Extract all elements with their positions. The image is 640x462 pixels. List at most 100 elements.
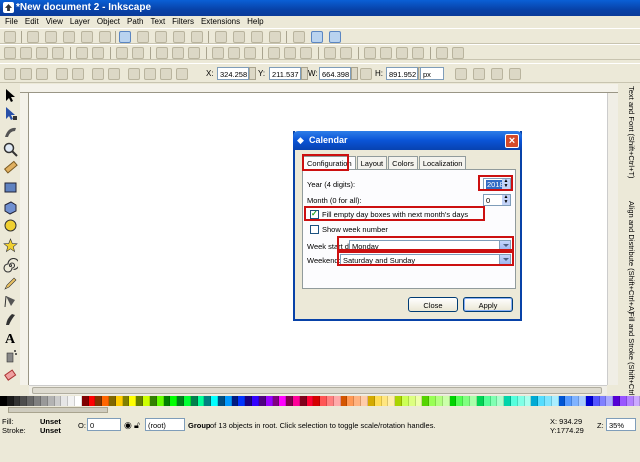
palette-swatch[interactable]	[401, 396, 409, 406]
zoom-tool-icon[interactable]	[3, 142, 18, 157]
tab-configuration[interactable]: Configuration	[303, 156, 356, 170]
palette-swatch[interactable]	[538, 396, 545, 406]
palette-swatch[interactable]	[252, 396, 259, 406]
spiral-tool-icon[interactable]	[3, 258, 18, 273]
ungroup-icon[interactable]	[340, 47, 352, 59]
dock-tab-text-font[interactable]: Text and Font (Shift+Ctrl+T)	[622, 86, 636, 179]
select-all-layers-icon[interactable]	[20, 68, 32, 80]
palette-swatch[interactable]	[299, 396, 307, 406]
close-button[interactable]: Close	[408, 297, 458, 312]
palette-swatch[interactable]	[313, 396, 321, 406]
snap-bbox-center-icon[interactable]	[99, 31, 111, 43]
group-icon[interactable]	[324, 47, 336, 59]
snap-grid-icon[interactable]	[311, 31, 323, 43]
dialog-title-bar[interactable]: ◆ Calendar ×	[293, 131, 522, 150]
snap-page-border-icon[interactable]	[293, 31, 305, 43]
open-file-icon[interactable]	[20, 47, 32, 59]
node-tool-icon[interactable]	[3, 106, 18, 121]
snap-bbox-icon[interactable]	[27, 31, 39, 43]
palette-swatch[interactable]	[456, 396, 464, 406]
lock-proportions-icon[interactable]	[360, 68, 372, 80]
palette-swatch[interactable]	[156, 396, 164, 406]
palette-swatch[interactable]	[545, 396, 552, 406]
palette-swatch[interactable]	[292, 396, 300, 406]
snap-toggle-icon[interactable]	[4, 31, 16, 43]
palette-swatch[interactable]	[374, 396, 382, 406]
week-number-checkbox[interactable]	[310, 225, 319, 234]
palette-swatch[interactable]	[381, 396, 389, 406]
menu-path[interactable]: Path	[124, 16, 147, 28]
palette-swatch[interactable]	[395, 396, 402, 406]
snap-object-midpoint-icon[interactable]	[233, 31, 245, 43]
raise-icon[interactable]	[160, 68, 172, 80]
snap-smooth-icon[interactable]	[191, 31, 203, 43]
palette-swatch[interactable]	[483, 396, 491, 406]
document-properties-icon[interactable]	[452, 47, 464, 59]
paste-icon[interactable]	[188, 47, 200, 59]
palette-swatch[interactable]	[88, 396, 96, 406]
palette-swatch[interactable]	[40, 396, 48, 406]
palette-swatch[interactable]	[34, 396, 41, 406]
menu-file[interactable]: File	[2, 16, 22, 28]
palette-swatch[interactable]	[565, 396, 573, 406]
palette-swatch[interactable]	[449, 396, 457, 406]
palette-swatch[interactable]	[463, 396, 471, 406]
rotate-ccw-icon[interactable]	[56, 68, 68, 80]
palette-swatch[interactable]	[109, 396, 116, 406]
scale-corners-icon[interactable]	[473, 68, 485, 80]
palette-swatch[interactable]	[0, 396, 7, 406]
palette-swatch[interactable]	[279, 396, 287, 406]
menu-view[interactable]: View	[43, 16, 67, 28]
clone-icon[interactable]	[284, 47, 296, 59]
snap-cusp-icon[interactable]	[173, 31, 185, 43]
snap-rotation-center-icon[interactable]	[251, 31, 263, 43]
unlink-clone-icon[interactable]	[300, 47, 312, 59]
zoom-page-icon[interactable]	[244, 47, 256, 59]
palette-swatch[interactable]	[20, 396, 28, 406]
palette-swatch[interactable]	[599, 396, 607, 406]
month-input[interactable]: 0 ▲ ▼	[483, 194, 511, 206]
opacity-input[interactable]: 0	[87, 418, 121, 431]
fill-empty-checkbox[interactable]	[310, 209, 319, 219]
import-icon[interactable]	[76, 47, 88, 59]
palette-swatch[interactable]	[361, 396, 368, 406]
palette-swatch[interactable]	[551, 396, 559, 406]
horizontal-scroll-thumb[interactable]	[32, 387, 602, 394]
xml-editor-icon[interactable]	[396, 47, 408, 59]
palette-swatch[interactable]	[115, 396, 123, 406]
palette-swatch[interactable]	[224, 396, 232, 406]
snap-intersection-icon[interactable]	[155, 31, 167, 43]
palette-swatch[interactable]	[218, 396, 225, 406]
palette-swatch[interactable]	[531, 396, 539, 406]
snap-guide-icon[interactable]	[329, 31, 341, 43]
snap-nodes-icon[interactable]	[119, 31, 131, 43]
zoom-input[interactable]: 35%	[606, 418, 636, 431]
palette-swatch[interactable]	[619, 396, 627, 406]
weekend-select[interactable]: Saturday and Sunday	[340, 254, 511, 266]
palette-swatch[interactable]	[149, 396, 157, 406]
palette-swatch[interactable]	[258, 396, 266, 406]
palette-swatch[interactable]	[81, 396, 89, 406]
palette-swatch[interactable]	[102, 396, 109, 406]
palette-swatch[interactable]	[347, 396, 355, 406]
layer-lock-icon[interactable]: 🔓︎	[134, 420, 140, 431]
palette-swatch[interactable]	[204, 396, 212, 406]
palette-swatch[interactable]	[286, 396, 293, 406]
tweak-tool-icon[interactable]	[3, 124, 18, 139]
scale-stroke-icon[interactable]	[455, 68, 467, 80]
palette-swatch[interactable]	[272, 396, 280, 406]
palette-swatch[interactable]	[510, 396, 518, 406]
menu-extensions[interactable]: Extensions	[198, 16, 244, 28]
palette-swatch[interactable]	[592, 396, 600, 406]
palette-scrollbar[interactable]	[0, 406, 640, 414]
menu-text[interactable]: Text	[148, 16, 170, 28]
deselect-icon[interactable]	[36, 68, 48, 80]
star-tool-icon[interactable]	[3, 238, 18, 253]
snap-bbox-corner-icon[interactable]	[63, 31, 75, 43]
unit-select[interactable]: px	[420, 67, 444, 80]
week-start-dropdown-icon[interactable]	[499, 241, 510, 251]
layer-visibility-icon[interactable]: ◉	[124, 420, 132, 431]
palette-swatch[interactable]	[333, 396, 341, 406]
palette-swatch[interactable]	[415, 396, 423, 406]
palette-swatch[interactable]	[442, 396, 450, 406]
